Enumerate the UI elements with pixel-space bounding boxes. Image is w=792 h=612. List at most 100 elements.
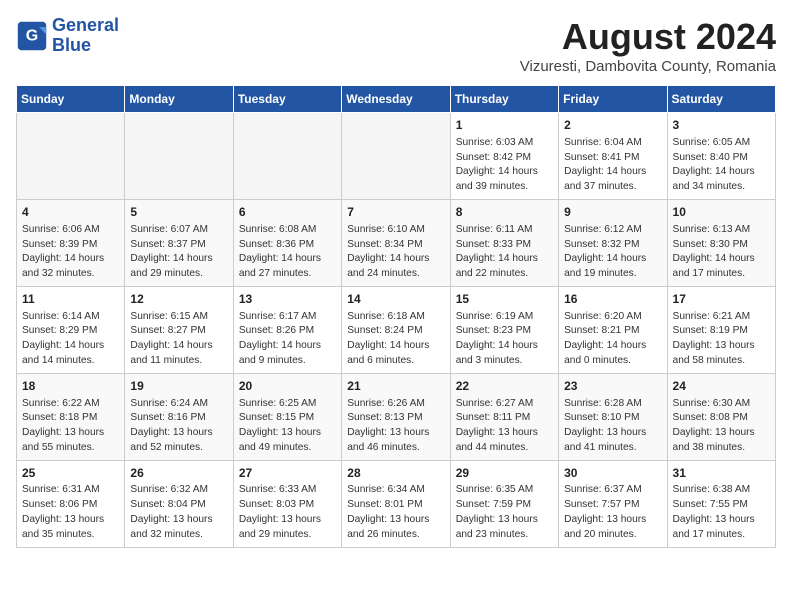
day-number: 12 [130,291,227,308]
day-info: Sunrise: 6:07 AM Sunset: 8:37 PM Dayligh… [130,223,227,282]
day-info: Sunrise: 6:13 AM Sunset: 8:30 PM Dayligh… [673,223,770,282]
calendar-cell: 20Sunrise: 6:25 AM Sunset: 8:15 PM Dayli… [233,373,341,460]
day-info: Sunrise: 6:24 AM Sunset: 8:16 PM Dayligh… [130,397,227,456]
day-number: 26 [130,465,227,482]
calendar-cell: 28Sunrise: 6:34 AM Sunset: 8:01 PM Dayli… [342,460,450,547]
day-info: Sunrise: 6:10 AM Sunset: 8:34 PM Dayligh… [347,223,444,282]
day-number: 14 [347,291,444,308]
day-info: Sunrise: 6:35 AM Sunset: 7:59 PM Dayligh… [456,483,553,542]
month-year: August 2024 [520,16,776,58]
calendar-cell: 12 Sunrise: 6:15 AM Sunset: 8:27 PM Dayli… [125,286,233,373]
calendar-cell: 19 Sunrise: 6:24 AM Sunset: 8:16 PM Dayli… [125,373,233,460]
day-number: 15 [456,291,553,308]
calendar-cell: 17 Sunrise: 6:21 AM Sunset: 8:19 PM Dayli… [667,286,775,373]
day-number: 21 [347,378,444,395]
week-row-2: 4Sunrise: 6:06 AM Sunset: 8:39 PM Daylig… [17,199,776,286]
calendar-cell: 27Sunrise: 6:33 AM Sunset: 8:03 PM Dayli… [233,460,341,547]
day-number: 17 [673,291,770,308]
calendar-cell: 31Sunrise: 6:38 AM Sunset: 7:55 PM Dayli… [667,460,775,547]
day-info: Sunrise: 6:19 AM Sunset: 8:23 PM Dayligh… [456,310,553,369]
calendar-cell [342,113,450,200]
calendar-cell [233,113,341,200]
calendar-cell: 2Sunrise: 6:04 AM Sunset: 8:41 PM Daylig… [559,113,667,200]
day-info: Sunrise: 6:18 AM Sunset: 8:24 PM Dayligh… [347,310,444,369]
calendar-cell: 29Sunrise: 6:35 AM Sunset: 7:59 PM Dayli… [450,460,558,547]
day-info: Sunrise: 6:31 AM Sunset: 8:06 PM Dayligh… [22,483,119,542]
calendar-cell [17,113,125,200]
calendar-cell: 1Sunrise: 6:03 AM Sunset: 8:42 PM Daylig… [450,113,558,200]
calendar-cell: 3 Sunrise: 6:05 AM Sunset: 8:40 PM Daylig… [667,113,775,200]
day-info: Sunrise: 6:37 AM Sunset: 7:57 PM Dayligh… [564,483,661,542]
calendar-cell: 4Sunrise: 6:06 AM Sunset: 8:39 PM Daylig… [17,199,125,286]
calendar-cell: 8Sunrise: 6:11 AM Sunset: 8:33 PM Daylig… [450,199,558,286]
day-info: Sunrise: 6:14 AM Sunset: 8:29 PM Dayligh… [22,310,119,369]
day-info: Sunrise: 6:05 AM Sunset: 8:40 PM Dayligh… [673,136,770,195]
weekday-header-tuesday: Tuesday [233,86,341,113]
day-info: Sunrise: 6:22 AM Sunset: 8:18 PM Dayligh… [22,397,119,456]
calendar-cell: 21 Sunrise: 6:26 AM Sunset: 8:13 PM Dayli… [342,373,450,460]
day-info: Sunrise: 6:34 AM Sunset: 8:01 PM Dayligh… [347,483,444,542]
calendar-cell: 30Sunrise: 6:37 AM Sunset: 7:57 PM Dayli… [559,460,667,547]
day-info: Sunrise: 6:15 AM Sunset: 8:27 PM Dayligh… [130,310,227,369]
day-info: Sunrise: 6:12 AM Sunset: 8:32 PM Dayligh… [564,223,661,282]
calendar-cell: 7 Sunrise: 6:10 AM Sunset: 8:34 PM Daylig… [342,199,450,286]
page-header: G General Blue August 2024 Vizuresti, Da… [16,16,776,75]
day-number: 5 [130,204,227,221]
day-info: Sunrise: 6:17 AM Sunset: 8:26 PM Dayligh… [239,310,336,369]
calendar-cell: 23Sunrise: 6:28 AM Sunset: 8:10 PM Dayli… [559,373,667,460]
calendar-cell: 13 Sunrise: 6:17 AM Sunset: 8:26 PM Dayli… [233,286,341,373]
calendar-cell: 18Sunrise: 6:22 AM Sunset: 8:18 PM Dayli… [17,373,125,460]
day-info: Sunrise: 6:04 AM Sunset: 8:41 PM Dayligh… [564,136,661,195]
calendar-cell: 24 Sunrise: 6:30 AM Sunset: 8:08 PM Dayli… [667,373,775,460]
calendar-cell [125,113,233,200]
day-number: 16 [564,291,661,308]
day-number: 3 [673,117,770,134]
day-info: Sunrise: 6:20 AM Sunset: 8:21 PM Dayligh… [564,310,661,369]
week-row-3: 11 Sunrise: 6:14 AM Sunset: 8:29 PM Dayli… [17,286,776,373]
calendar-cell: 14 Sunrise: 6:18 AM Sunset: 8:24 PM Dayli… [342,286,450,373]
day-number: 11 [22,291,119,308]
day-number: 25 [22,465,119,482]
calendar-cell: 6 Sunrise: 6:08 AM Sunset: 8:36 PM Daylig… [233,199,341,286]
weekday-header-row: SundayMondayTuesdayWednesdayThursdayFrid… [17,86,776,113]
day-number: 30 [564,465,661,482]
day-number: 31 [673,465,770,482]
day-info: Sunrise: 6:38 AM Sunset: 7:55 PM Dayligh… [673,483,770,542]
weekday-header-monday: Monday [125,86,233,113]
day-number: 13 [239,291,336,308]
calendar-cell: 9 Sunrise: 6:12 AM Sunset: 8:32 PM Daylig… [559,199,667,286]
day-number: 24 [673,378,770,395]
day-number: 28 [347,465,444,482]
day-number: 19 [130,378,227,395]
weekday-header-friday: Friday [559,86,667,113]
day-info: Sunrise: 6:26 AM Sunset: 8:13 PM Dayligh… [347,397,444,456]
logo-text: General Blue [52,16,119,56]
calendar-table: SundayMondayTuesdayWednesdayThursdayFrid… [16,85,776,548]
logo: G General Blue [16,16,119,56]
day-number: 6 [239,204,336,221]
weekday-header-wednesday: Wednesday [342,86,450,113]
weekday-header-sunday: Sunday [17,86,125,113]
calendar-cell: 10 Sunrise: 6:13 AM Sunset: 8:30 PM Dayli… [667,199,775,286]
calendar-cell: 5 Sunrise: 6:07 AM Sunset: 8:37 PM Daylig… [125,199,233,286]
calendar-cell: 11 Sunrise: 6:14 AM Sunset: 8:29 PM Dayli… [17,286,125,373]
logo-line1: General [52,15,119,35]
week-row-4: 18Sunrise: 6:22 AM Sunset: 8:18 PM Dayli… [17,373,776,460]
day-number: 9 [564,204,661,221]
day-number: 4 [22,204,119,221]
calendar-cell: 25Sunrise: 6:31 AM Sunset: 8:06 PM Dayli… [17,460,125,547]
weekday-header-saturday: Saturday [667,86,775,113]
week-row-5: 25Sunrise: 6:31 AM Sunset: 8:06 PM Dayli… [17,460,776,547]
day-number: 1 [456,117,553,134]
day-number: 23 [564,378,661,395]
day-number: 10 [673,204,770,221]
day-info: Sunrise: 6:11 AM Sunset: 8:33 PM Dayligh… [456,223,553,282]
day-info: Sunrise: 6:21 AM Sunset: 8:19 PM Dayligh… [673,310,770,369]
day-info: Sunrise: 6:08 AM Sunset: 8:36 PM Dayligh… [239,223,336,282]
calendar-cell: 15 Sunrise: 6:19 AM Sunset: 8:23 PM Dayli… [450,286,558,373]
week-row-1: 1Sunrise: 6:03 AM Sunset: 8:42 PM Daylig… [17,113,776,200]
day-number: 7 [347,204,444,221]
day-info: Sunrise: 6:25 AM Sunset: 8:15 PM Dayligh… [239,397,336,456]
svg-text:G: G [26,27,38,44]
day-info: Sunrise: 6:30 AM Sunset: 8:08 PM Dayligh… [673,397,770,456]
